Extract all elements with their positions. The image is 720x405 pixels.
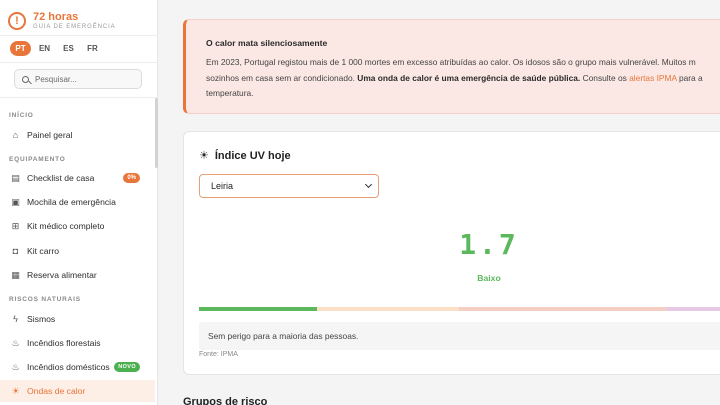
- lightning-icon: ϟ: [13, 314, 18, 324]
- progress-badge: 0%: [123, 173, 140, 183]
- new-badge: NOVO: [114, 362, 140, 372]
- alert-text: sozinhos em casa sem ar condicionado.: [206, 72, 358, 83]
- sidebar-item-incendios-florestais[interactable]: ♨ Incêndios florestais: [0, 332, 155, 354]
- lang-en-button[interactable]: EN: [34, 41, 55, 56]
- sidebar-scrollbar[interactable]: [155, 98, 158, 168]
- sidebar-item-label: Ondas de calor: [27, 386, 86, 396]
- sidebar-item-kit-carro[interactable]: ◘ Kit carro: [0, 240, 155, 262]
- sidebar-item-kit-medico[interactable]: ⊞ Kit médico completo: [0, 215, 155, 237]
- alert-title: O calor mata silenciosamente: [206, 38, 328, 48]
- uv-level: Baixo: [477, 273, 501, 283]
- lang-pt-button[interactable]: PT: [10, 41, 31, 56]
- sidebar-item-reserva[interactable]: ▦ Reserva alimentar: [0, 264, 155, 286]
- sidebar-item-label: Incêndios florestais: [27, 338, 101, 348]
- search-icon: [22, 75, 29, 83]
- alert-circle-icon: !: [8, 11, 26, 30]
- risk-groups-heading: Grupos de risco: [183, 396, 268, 405]
- uv-scale-segment-low: [199, 307, 317, 311]
- uv-value: 1.7: [459, 228, 519, 261]
- home-icon: ⌂: [12, 130, 19, 140]
- uv-title: Índice UV hoje: [214, 149, 291, 162]
- sidebar-item-mochila[interactable]: ▣ Mochila de emergência: [0, 191, 155, 213]
- alert-text: para a: [676, 72, 703, 83]
- alert-body: Em 2023, Portugal registou mais de 1 000…: [206, 55, 720, 102]
- divider: [0, 62, 158, 63]
- ipma-alerts-link[interactable]: alertas IPMA: [629, 73, 676, 83]
- lang-es-button[interactable]: ES: [58, 41, 79, 56]
- search-input[interactable]: Pesquisar...: [14, 69, 142, 89]
- sidebar-item-painel-geral[interactable]: ⌂ Painel geral: [0, 124, 155, 146]
- medical-kit-icon: ⊞: [11, 220, 20, 231]
- sidebar-item-label: Checklist de casa: [27, 173, 95, 183]
- brand-title: 72 horas: [33, 10, 79, 23]
- heat-alert: O calor mata silenciosamente Em 2023, Po…: [183, 19, 720, 114]
- flame-icon: ♨: [11, 337, 20, 348]
- brand-subtitle: GUIA DE EMERGÊNCIA: [33, 23, 116, 30]
- sidebar-item-sismos[interactable]: ϟ Sismos: [0, 308, 155, 330]
- section-label-riscos-naturais: RISCOS NATURAIS: [9, 296, 81, 303]
- uv-scale-segment-very-high: [666, 307, 720, 311]
- section-label-inicio: INÍCIO: [9, 112, 34, 119]
- divider: [0, 97, 158, 98]
- search-placeholder: Pesquisar...: [35, 74, 77, 84]
- storage-icon: ▦: [11, 269, 20, 280]
- brand[interactable]: ! 72 horas GUIA DE EMERGÊNCIA: [0, 0, 157, 34]
- chevron-down-icon: [364, 180, 373, 189]
- uv-scale-bar: [199, 307, 720, 311]
- uv-note: Sem perigo para a maioria das pessoas.: [199, 322, 720, 350]
- box-icon: ▤: [11, 172, 20, 183]
- sidebar-item-label: Painel geral: [27, 130, 73, 140]
- uv-scale-segment-high: [459, 307, 666, 311]
- sidebar-item-checklist[interactable]: ▤ Checklist de casa 0%: [0, 167, 155, 189]
- sidebar-item-label: Kit carro: [27, 246, 59, 256]
- sidebar-item-label: Incêndios domésticos: [27, 362, 110, 372]
- location-select-value: Leiria: [211, 181, 234, 191]
- divider: [0, 35, 158, 36]
- backpack-icon: ▣: [11, 196, 20, 207]
- sidebar-item-ondas-de-calor[interactable]: ☀ Ondas de calor: [0, 380, 155, 402]
- alert-emphasis: Uma onda de calor é uma emergência de sa…: [357, 72, 581, 83]
- language-switcher: PT EN ES FR: [10, 41, 103, 56]
- sidebar-item-label: Mochila de emergência: [27, 197, 116, 207]
- uv-index-card: ☀ Índice UV hoje Leiria 1.7 Baixo Sem pe…: [183, 131, 720, 375]
- sun-icon: ☀: [199, 150, 209, 162]
- alert-text: Em 2023, Portugal registou mais de 1 000…: [206, 57, 696, 67]
- sidebar-item-label: Sismos: [27, 314, 56, 324]
- lang-fr-button[interactable]: FR: [82, 41, 103, 56]
- alert-text: temperatura.: [206, 88, 254, 98]
- sidebar: ! 72 horas GUIA DE EMERGÊNCIA PT EN ES F…: [0, 0, 158, 405]
- alert-text: Consulte os: [580, 72, 630, 83]
- location-select[interactable]: Leiria: [199, 174, 379, 198]
- flame-icon: ♨: [11, 361, 20, 372]
- uv-source: Fonte: IPMA: [199, 351, 238, 358]
- sidebar-item-incendios-domesticos[interactable]: ♨ Incêndios domésticos NOVO: [0, 356, 155, 378]
- sun-icon: ☀: [11, 385, 20, 396]
- car-icon: ◘: [12, 246, 19, 256]
- sidebar-item-label: Kit médico completo: [27, 221, 105, 231]
- section-label-equipamento: EQUIPAMENTO: [9, 156, 66, 163]
- uv-card-header: ☀ Índice UV hoje: [199, 149, 291, 163]
- uv-scale-segment-moderate: [317, 307, 459, 311]
- sidebar-item-label: Reserva alimentar: [27, 270, 97, 280]
